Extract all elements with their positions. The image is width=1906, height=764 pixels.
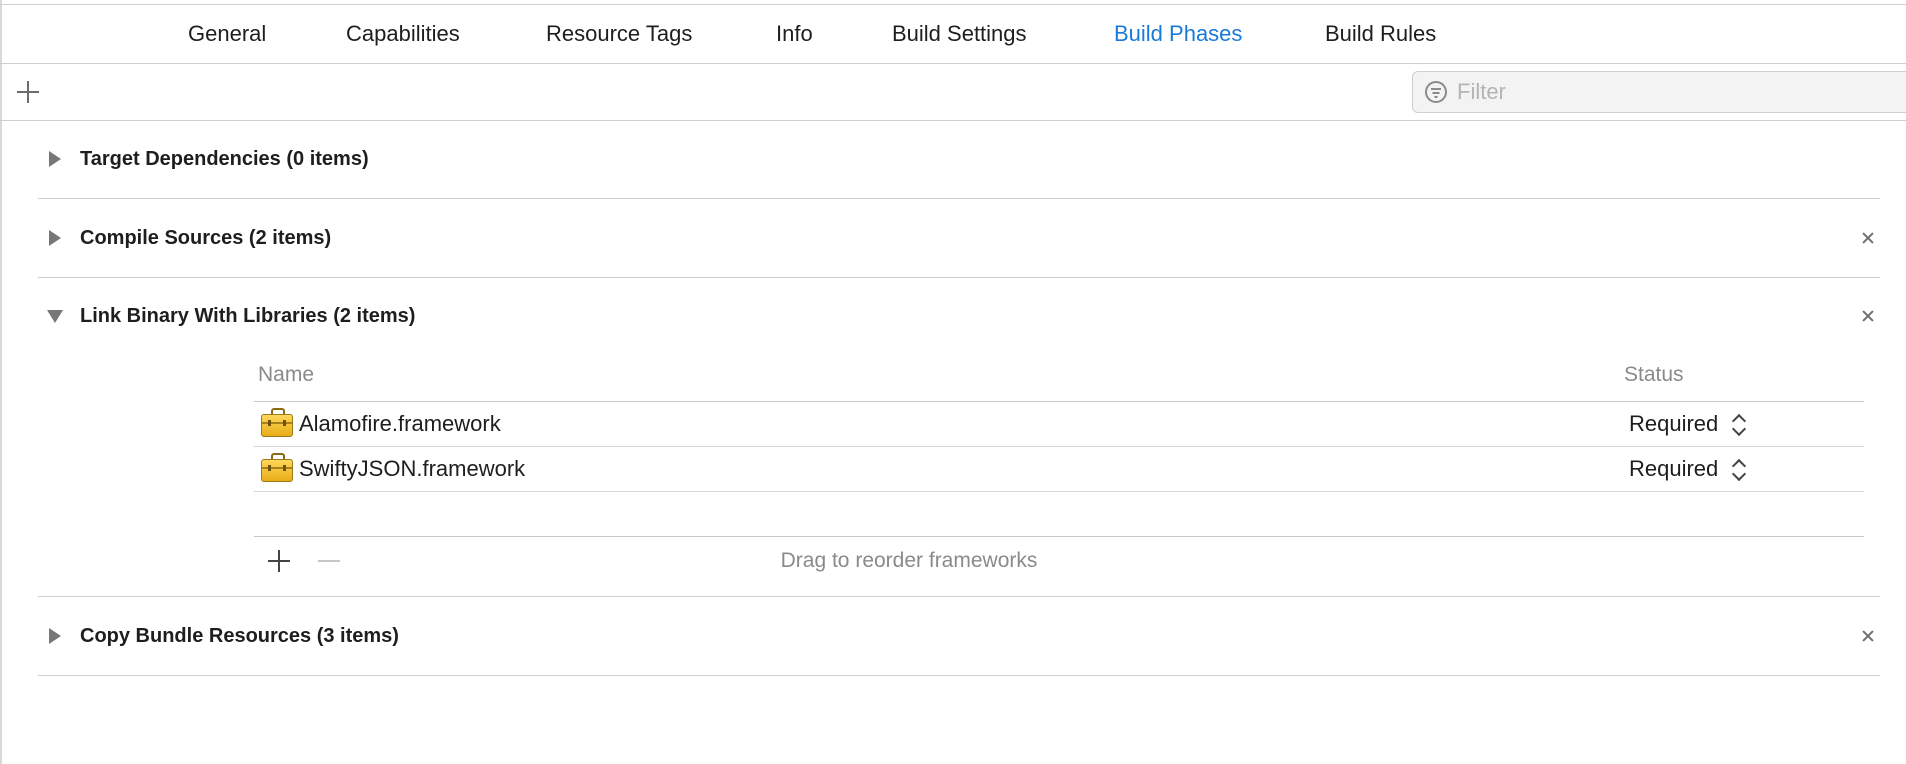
disclosure-triangle-icon[interactable] — [49, 628, 61, 644]
status-popup[interactable]: Required — [1629, 402, 1718, 446]
phase-title[interactable]: Copy Bundle Resources (3 items) — [80, 597, 399, 675]
column-header-status[interactable]: Status — [1624, 350, 1684, 400]
tab-build-rules[interactable]: Build Rules — [1325, 5, 1436, 63]
phase-divider — [38, 675, 1880, 676]
tab-build-settings[interactable]: Build Settings — [892, 5, 1027, 63]
phase-copy-bundle-resources: Copy Bundle Resources (3 items) — [38, 597, 1880, 675]
status-popup[interactable]: Required — [1629, 447, 1718, 491]
framework-name: Alamofire.framework — [299, 411, 501, 436]
tab-info[interactable]: Info — [776, 5, 813, 63]
tab-capabilities[interactable]: Capabilities — [346, 5, 460, 63]
framework-icon — [261, 408, 293, 437]
phase-link-binary-with-libraries: Link Binary With Libraries (2 items) — [38, 277, 1880, 355]
disclosure-triangle-icon[interactable] — [49, 151, 61, 167]
phase-compile-sources: Compile Sources (2 items) — [38, 199, 1880, 277]
popup-chevron-updown-icon[interactable] — [1730, 414, 1746, 436]
phases-toolbar — [0, 64, 1906, 121]
filter-field[interactable] — [1412, 71, 1906, 113]
tab-build-phases[interactable]: Build Phases — [1114, 5, 1242, 63]
libraries-table: Name Status Alamofire.framework Required… — [254, 350, 1864, 590]
phase-title[interactable]: Compile Sources (2 items) — [80, 199, 331, 277]
delete-phase-close-icon[interactable] — [1856, 226, 1880, 250]
add-phase-button[interactable] — [14, 78, 42, 106]
delete-phase-close-icon[interactable] — [1856, 624, 1880, 648]
framework-icon — [261, 453, 293, 482]
row-divider — [254, 491, 1864, 492]
tab-resource-tags[interactable]: Resource Tags — [546, 5, 692, 63]
disclosure-triangle-icon[interactable] — [47, 310, 63, 323]
table-row[interactable]: SwiftyJSON.framework Required — [254, 447, 1864, 491]
framework-name: SwiftyJSON.framework — [299, 456, 526, 481]
column-header-name[interactable]: Name — [258, 350, 314, 400]
build-phases-window: General Capabilities Resource Tags Info … — [0, 0, 1906, 764]
phase-title[interactable]: Link Binary With Libraries (2 items) — [80, 277, 415, 355]
delete-phase-close-icon[interactable] — [1856, 304, 1880, 328]
phase-title[interactable]: Target Dependencies (0 items) — [80, 120, 369, 198]
drag-to-reorder-hint: Drag to reorder frameworks — [780, 549, 1038, 572]
disclosure-triangle-icon[interactable] — [49, 230, 61, 246]
filter-icon — [1425, 81, 1447, 103]
editor-tab-bar: General Capabilities Resource Tags Info … — [0, 5, 1906, 64]
popup-chevron-updown-icon[interactable] — [1730, 459, 1746, 481]
tab-general[interactable]: General — [188, 5, 266, 63]
table-row[interactable]: Alamofire.framework Required — [254, 402, 1864, 446]
table-footer-divider — [254, 536, 1864, 537]
filter-input[interactable] — [1457, 72, 1887, 112]
phase-target-dependencies: Target Dependencies (0 items) — [38, 120, 1880, 198]
